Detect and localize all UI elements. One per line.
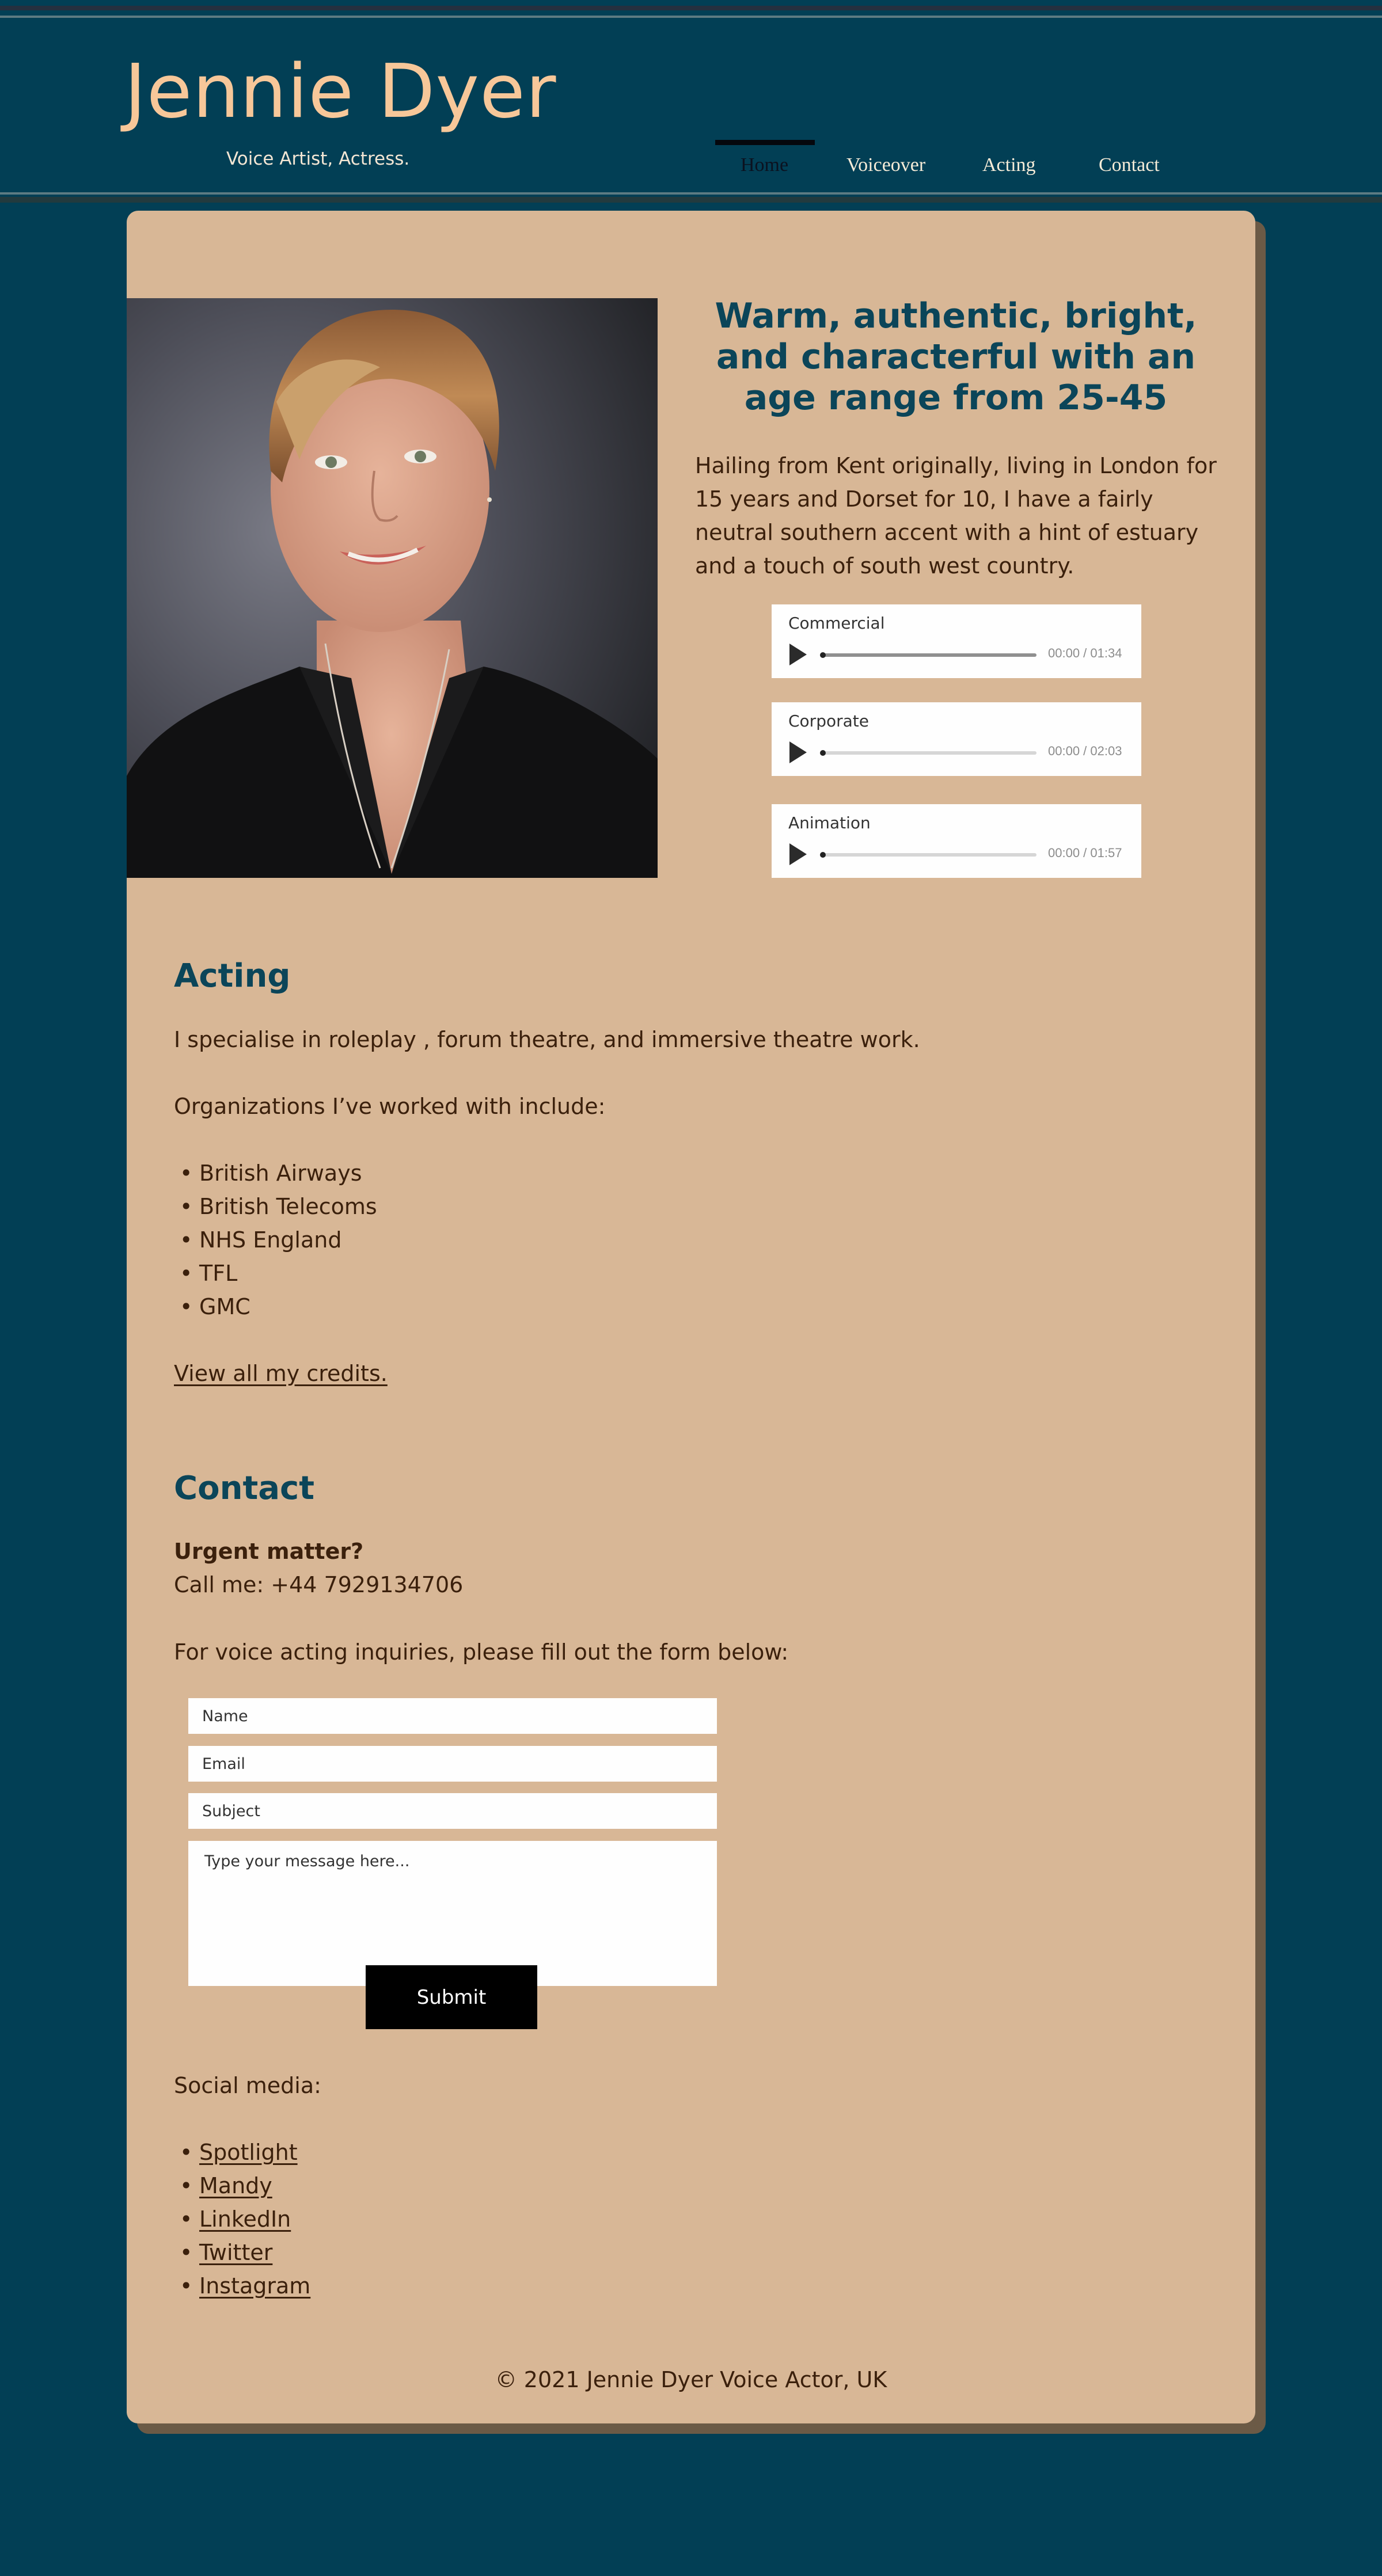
message-field[interactable]: [188, 1841, 717, 1986]
organization-name: TFL: [199, 1261, 238, 1286]
play-icon[interactable]: [789, 741, 807, 763]
view-credits-link[interactable]: View all my credits.: [174, 1357, 388, 1390]
audio-title: Corporate: [788, 711, 869, 730]
audio-time: 00:00 / 01:57: [1048, 846, 1122, 860]
social-links-list: • Spotlight • Mandy • LinkedIn • Twitter • In…: [180, 2136, 310, 2303]
audio-progress-knob[interactable]: [820, 750, 826, 756]
audio-time: 00:00 / 01:34: [1048, 646, 1122, 660]
audio-title: Commercial: [788, 614, 885, 633]
site-tagline: Voice Artist, Actress.: [226, 149, 410, 169]
nav-item-contact[interactable]: Contact: [1099, 154, 1160, 176]
bullet-icon: •: [180, 2173, 193, 2198]
list-item: • Mandy: [180, 2169, 310, 2202]
bullet-icon: •: [180, 1194, 193, 1219]
header-bottom-divider-light: [0, 192, 1382, 195]
play-icon[interactable]: [789, 843, 807, 865]
play-icon[interactable]: [789, 644, 807, 665]
organizations-list: • British Airways • British Telecoms • NHS …: [180, 1156, 377, 1323]
nav-active-indicator: [715, 140, 815, 145]
acting-orgs-intro: Organizations I’ve worked with include:: [174, 1094, 606, 1119]
list-item: • LinkedIn: [180, 2202, 310, 2236]
profile-photo: [127, 298, 658, 878]
nav-item-home[interactable]: Home: [741, 154, 788, 176]
portrait-illustration: [127, 298, 658, 878]
footer-copyright: © 2021 Jennie Dyer Voice Actor, UK: [495, 2367, 887, 2392]
hero-headline: Warm, authentic, bright, and characterfu…: [715, 296, 1197, 418]
list-item: • Spotlight: [180, 2136, 310, 2169]
bullet-icon: •: [180, 2206, 193, 2232]
audio-progress-bar[interactable]: [820, 652, 1036, 658]
header-bottom-divider-dark: [0, 197, 1382, 203]
audio-progress-bar[interactable]: [820, 852, 1036, 858]
acting-heading: Acting: [174, 957, 291, 995]
organization-name: British Telecoms: [199, 1194, 377, 1219]
acting-specialise-text: I specialise in roleplay , forum theatre…: [174, 1027, 920, 1052]
social-media-heading: Social media:: [174, 2073, 321, 2098]
bullet-icon: •: [180, 2273, 193, 2299]
organization-name: British Airways: [199, 1160, 362, 1186]
list-item: • Instagram: [180, 2269, 310, 2303]
contact-heading: Contact: [174, 1470, 314, 1507]
hero-intro: Hailing from Kent originally, living in …: [695, 453, 1217, 579]
nav-item-voiceover[interactable]: Voiceover: [846, 154, 925, 176]
urgent-matter-label: Urgent matter?: [174, 1539, 364, 1564]
audio-progress-knob[interactable]: [820, 652, 826, 658]
audio-title: Animation: [788, 813, 871, 832]
bullet-icon: •: [180, 1160, 193, 1186]
nav-item-acting[interactable]: Acting: [982, 154, 1036, 176]
social-link-instagram[interactable]: Instagram: [199, 2273, 310, 2299]
header-top-divider-dark: [0, 6, 1382, 10]
social-link-spotlight[interactable]: Spotlight: [199, 2140, 298, 2165]
audio-progress-knob[interactable]: [820, 852, 826, 858]
audio-player-corporate: Corporate 00:00 / 02:03: [772, 702, 1141, 776]
bullet-icon: •: [180, 1261, 193, 1286]
bullet-icon: •: [180, 1227, 193, 1253]
list-item: • NHS England: [180, 1223, 377, 1257]
site-name[interactable]: Jennie Dyer: [124, 55, 556, 129]
list-item: • GMC: [180, 1290, 377, 1323]
email-field[interactable]: [188, 1746, 717, 1782]
form-intro: For voice acting inquiries, please fill …: [174, 1639, 789, 1665]
social-link-linkedin[interactable]: LinkedIn: [199, 2206, 291, 2232]
audio-time: 00:00 / 02:03: [1048, 744, 1122, 758]
list-item: • British Airways: [180, 1156, 377, 1190]
list-item: • TFL: [180, 1257, 377, 1290]
phone-number[interactable]: Call me: +44 7929134706: [174, 1568, 463, 1601]
social-link-twitter[interactable]: Twitter: [199, 2240, 272, 2265]
bullet-icon: •: [180, 2140, 193, 2165]
subject-field[interactable]: [188, 1793, 717, 1829]
organization-name: NHS England: [199, 1227, 342, 1253]
header-top-divider-light: [0, 16, 1382, 18]
audio-player-animation: Animation 00:00 / 01:57: [772, 804, 1141, 878]
bullet-icon: •: [180, 2240, 193, 2265]
name-field[interactable]: [188, 1698, 717, 1734]
audio-progress-bar[interactable]: [820, 750, 1036, 756]
submit-button[interactable]: Submit: [366, 1965, 537, 2029]
social-link-mandy[interactable]: Mandy: [199, 2173, 272, 2198]
bullet-icon: •: [180, 1294, 193, 1319]
organization-name: GMC: [199, 1294, 250, 1319]
list-item: • British Telecoms: [180, 1190, 377, 1223]
list-item: • Twitter: [180, 2236, 310, 2269]
audio-player-commercial: Commercial 00:00 / 01:34: [772, 604, 1141, 678]
